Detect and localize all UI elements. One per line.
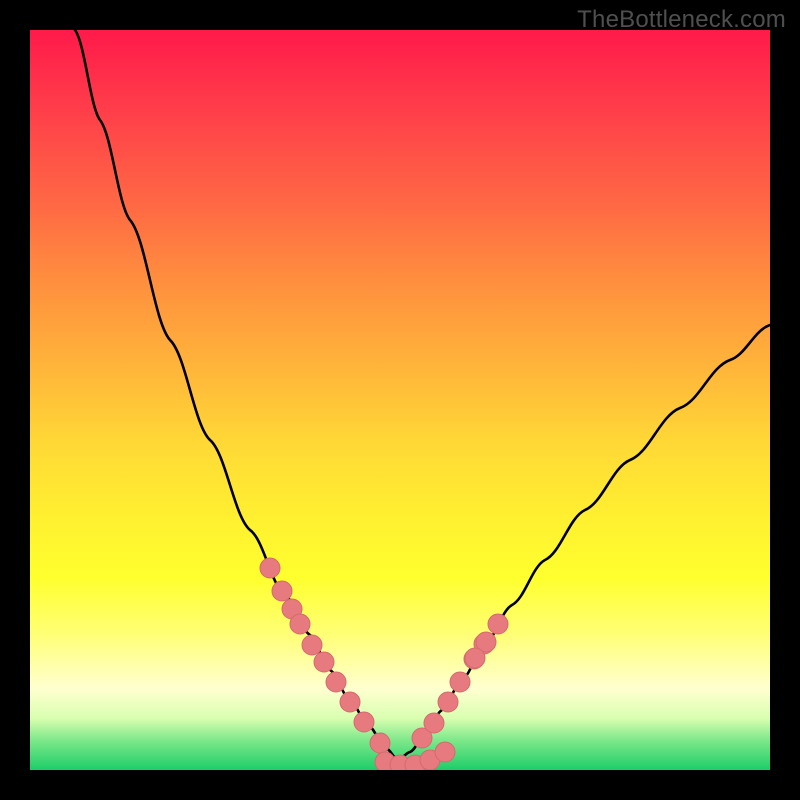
data-marker <box>424 713 444 733</box>
data-marker <box>272 581 292 601</box>
data-marker <box>260 558 280 578</box>
v-curve <box>75 30 770 760</box>
data-marker <box>314 652 334 672</box>
data-marker <box>435 742 455 762</box>
data-marker <box>290 614 310 634</box>
data-marker <box>438 692 458 712</box>
data-marker <box>302 635 322 655</box>
data-marker <box>450 672 470 692</box>
plot-area <box>30 30 770 770</box>
data-marker <box>326 672 346 692</box>
bottleneck-curve <box>30 30 770 770</box>
data-marker <box>488 614 508 634</box>
outer-frame: TheBottleneck.com <box>0 0 800 800</box>
data-marker <box>370 733 390 753</box>
data-marker <box>354 712 374 732</box>
data-marker <box>340 692 360 712</box>
data-marker <box>465 648 485 668</box>
